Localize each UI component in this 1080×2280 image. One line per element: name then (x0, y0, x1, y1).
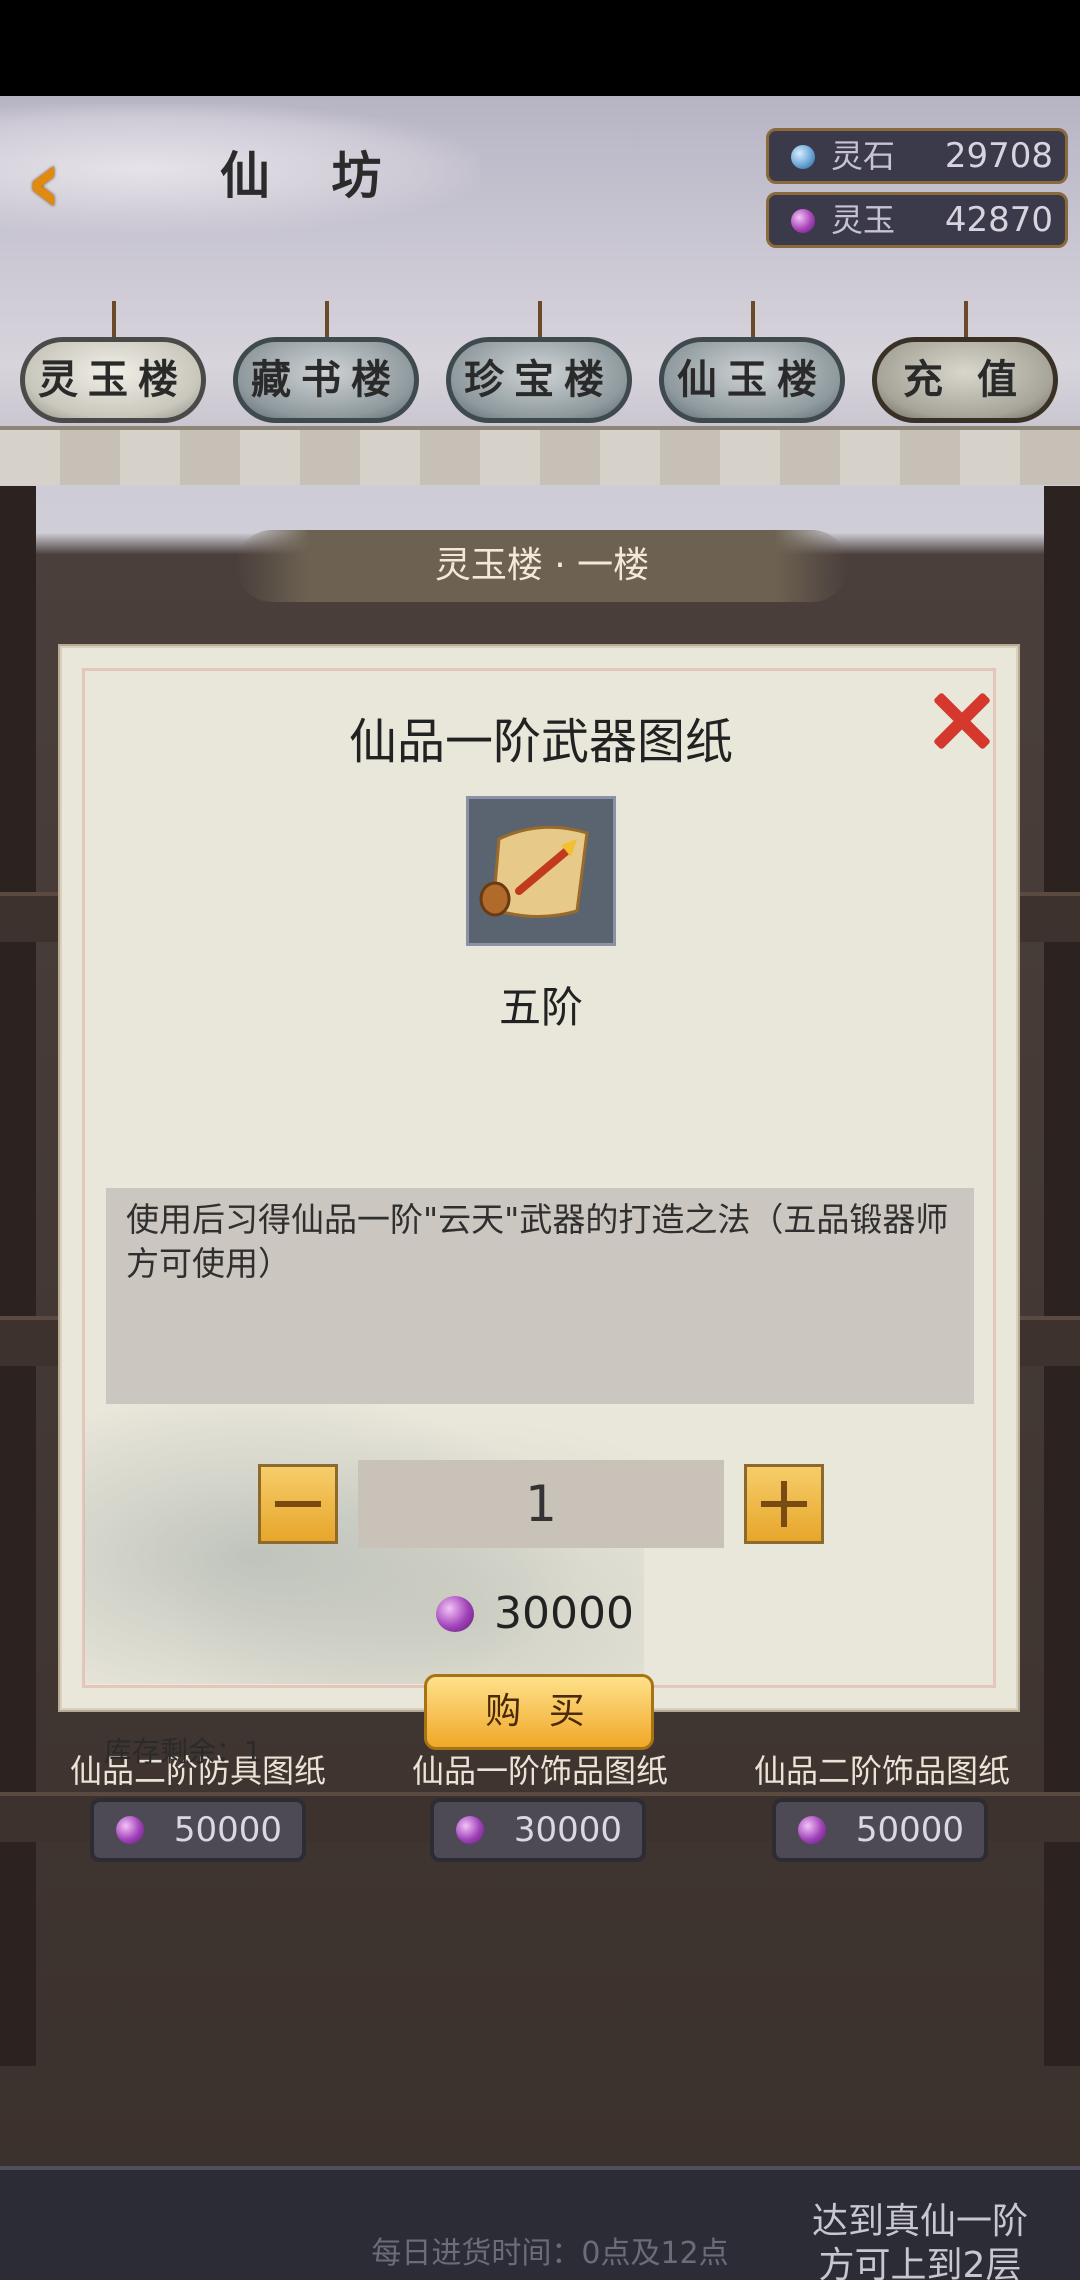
currency-amount: 42870 (944, 200, 1053, 240)
purchase-dialog: 仙品一阶武器图纸 五阶 使用后习得仙品一阶"云天"武器的打造之法（五品锻器师方可… (58, 644, 1020, 1768)
price-value: 50000 (173, 1810, 282, 1850)
shop-scene: ‹ 仙 坊 灵石 29708 灵玉 42870 灵玉楼 藏书楼 珍宝楼 仙玉楼 … (0, 96, 1080, 2280)
floor-requirement: 达到真仙一阶 方可上到2层 (790, 2200, 1050, 2280)
item-name: 仙品一阶武器图纸 (348, 714, 733, 770)
price-value: 30000 (513, 1810, 622, 1850)
shelf-item-name: 仙品一阶饰品图纸 (411, 1752, 668, 1790)
tab-rope (538, 301, 542, 341)
tab-lingyu-lou[interactable]: 灵玉楼 (20, 337, 206, 423)
quantity-input[interactable]: 1 (358, 1460, 724, 1548)
tab-xianyu-lou[interactable]: 仙玉楼 (659, 337, 845, 423)
spirit-jade-icon (436, 1596, 474, 1632)
tab-rope (964, 301, 968, 341)
page-title: 仙 坊 (220, 146, 404, 205)
floor-requirement-line: 达到真仙一阶 (811, 2201, 1028, 2242)
total-price: 30000 (494, 1588, 634, 1639)
decrease-quantity-button[interactable] (258, 1464, 338, 1544)
tab-rope (751, 301, 755, 341)
shelf-item-name: 仙品二阶饰品图纸 (753, 1752, 1010, 1790)
currency-label: 灵石 (831, 137, 896, 175)
tab-bar: 灵玉楼 藏书楼 珍宝楼 仙玉楼 充 值 (0, 301, 1080, 431)
currency-label: 灵玉 (831, 201, 896, 239)
scroll-icon (469, 799, 613, 943)
status-bar (0, 0, 1080, 96)
spirit-stone-counter: 灵石 29708 (766, 128, 1068, 184)
item-description: 使用后习得仙品一阶"云天"武器的打造之法（五品锻器师方可使用） (126, 1200, 949, 1283)
stock-remaining: 库存剩余：1 (104, 1735, 262, 1768)
spirit-jade-icon (456, 1816, 484, 1844)
spirit-jade-icon (116, 1816, 144, 1844)
back-button[interactable]: ‹ (26, 138, 96, 226)
tab-cangshu-lou[interactable]: 藏书楼 (233, 337, 419, 423)
tab-rope (325, 301, 329, 341)
increase-quantity-button[interactable] (744, 1464, 824, 1544)
spirit-stone-icon (791, 145, 815, 169)
floor-title: 灵玉楼 · 一楼 (434, 545, 650, 586)
tab-zhenbao-lou[interactable]: 珍宝楼 (446, 337, 632, 423)
floor-requirement-line: 方可上到2层 (818, 2245, 1022, 2280)
spirit-jade-icon (791, 209, 815, 233)
buy-button[interactable]: 购 买 (424, 1674, 654, 1750)
currency-amount: 29708 (944, 136, 1053, 176)
header-eave (0, 426, 1080, 485)
tab-recharge[interactable]: 充 值 (872, 337, 1058, 423)
item-icon-frame (466, 796, 616, 946)
spirit-jade-icon (798, 1816, 826, 1844)
shelf-item-price-button[interactable]: 30000 (430, 1798, 646, 1862)
restock-time: 每日进货时间：0点及12点 (371, 2236, 729, 2271)
tab-rope (112, 301, 116, 341)
item-tier: 五阶 (498, 983, 583, 1032)
spirit-jade-counter: 灵玉 42870 (766, 192, 1068, 248)
shelf-item-price-button[interactable]: 50000 (772, 1798, 988, 1862)
price-value: 50000 (855, 1810, 964, 1850)
shelf-item-price-button[interactable]: 50000 (90, 1798, 306, 1862)
